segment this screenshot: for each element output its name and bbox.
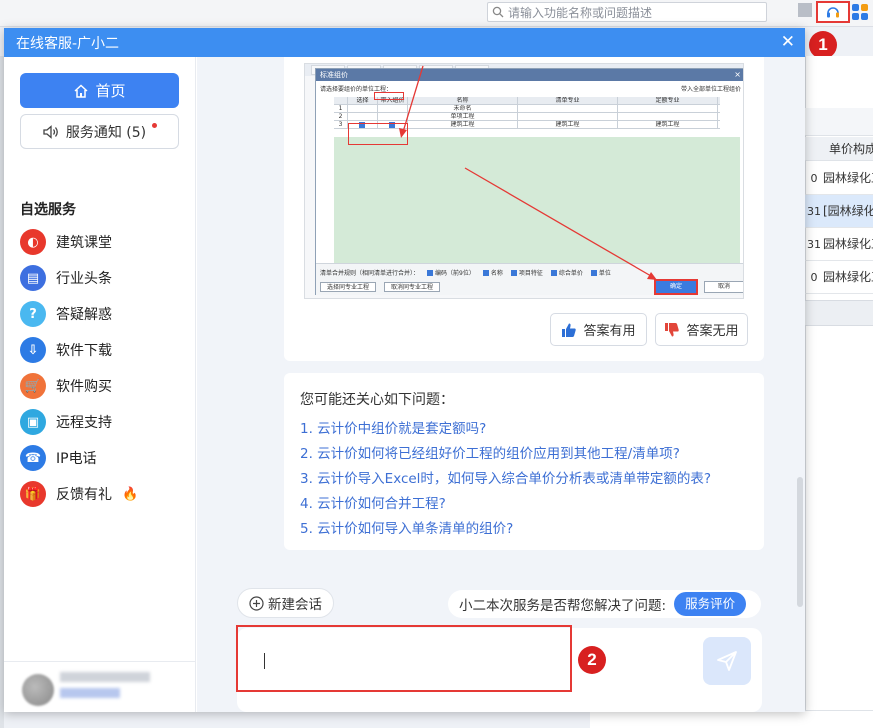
apps-grid-icon[interactable] xyxy=(852,4,868,20)
eval-question: 小二本次服务是否帮您解决了问题: xyxy=(459,598,667,614)
service-notice-button[interactable]: 服务通知 (5) xyxy=(20,114,179,149)
sidebar-item-cart[interactable]: 🛒 软件购买 xyxy=(20,368,138,404)
related-question-link[interactable]: 4. 云计价如何合并工程? xyxy=(300,492,748,517)
sidebar-item-label: 软件购买 xyxy=(56,379,112,395)
home-button[interactable]: 首页 xyxy=(20,73,179,108)
row-text: [园林绿化 xyxy=(823,204,873,218)
row-text: 园林绿化工 xyxy=(823,270,873,284)
online-service-dialog: 在线客服-广小二 ✕ 首页 服务通知 (5) 自选服务 ◐ 建筑课堂 ▤ 行业头条? 答… xyxy=(4,28,805,712)
sidebar-item-label: 答疑解惑 xyxy=(56,307,112,323)
row-number: 31 xyxy=(807,238,821,251)
search-icon xyxy=(492,6,504,18)
fire-icon: 🔥 xyxy=(122,486,139,502)
send-button[interactable] xyxy=(703,637,751,685)
thumbs-up-icon xyxy=(562,323,577,337)
plus-circle-icon xyxy=(249,595,264,611)
academy-icon: ◐ xyxy=(20,229,46,255)
table-row[interactable]: 31园林绿化工 xyxy=(805,228,873,261)
table-row[interactable]: 0 园林绿化工 xyxy=(805,162,873,195)
dialog-title: 在线客服-广小二 xyxy=(16,35,120,52)
download-icon: ⇩ xyxy=(20,337,46,363)
gift-icon: 🎁 xyxy=(20,481,46,507)
row-number: 0 xyxy=(810,172,818,185)
related-questions-card: 您可能还关心如下问题： 1. 云计价中组价就是套定额吗? 2. 云计价如何将已经组… xyxy=(284,373,764,550)
service-sidebar: 首页 服务通知 (5) 自选服务 ◐ 建筑课堂 ▤ 行业头条? 答疑解惑 ⇩ 软件下载 🛒 软件… xyxy=(4,57,196,712)
headset-icon xyxy=(827,7,839,18)
function-search-input[interactable]: 请输入功能名称或问题描述 xyxy=(487,2,767,22)
chat-scrollbar[interactable] xyxy=(797,477,803,607)
service-evaluation-bar: 小二本次服务是否帮您解决了问题: 服务评价 xyxy=(448,590,761,618)
answer-useful-button[interactable]: 答案有用 xyxy=(550,313,647,346)
thumbs-down-icon xyxy=(665,322,680,336)
sidebar-item-download[interactable]: ⇩ 软件下载 xyxy=(20,332,138,368)
question-icon: ? xyxy=(20,301,46,327)
text-caret xyxy=(264,653,265,669)
annotation-badge-1: 1 xyxy=(809,31,837,59)
user-info[interactable] xyxy=(4,661,196,712)
cart-icon: 🛒 xyxy=(20,373,46,399)
related-question-link[interactable]: 5. 云计价如何导入单条清单的组价? xyxy=(300,517,748,542)
sidebar-item-question[interactable]: ? 答疑解惑 xyxy=(20,296,138,332)
answer-useless-button[interactable]: 答案无用 xyxy=(655,313,748,346)
app-toolbar: 请输入功能名称或问题描述 xyxy=(0,0,873,27)
user-id-blurred xyxy=(60,688,120,698)
annotation-badge-2: 2 xyxy=(578,646,606,674)
phone-icon: ☎ xyxy=(20,445,46,471)
home-icon xyxy=(74,83,88,98)
new-chat-button[interactable]: 新建会话 xyxy=(237,588,334,618)
related-heading: 您可能还关心如下问题： xyxy=(300,392,454,408)
table-row[interactable]: 0 园林绿化工 xyxy=(805,261,873,294)
send-icon xyxy=(717,651,737,671)
user-name-blurred xyxy=(60,672,150,682)
related-question-link[interactable]: 1. 云计价中组价就是套定额吗? xyxy=(300,417,748,442)
sidebar-item-label: 反馈有礼 xyxy=(56,487,112,503)
avatar xyxy=(22,674,54,706)
service-menu: ◐ 建筑课堂 ▤ 行业头条? 答疑解惑 ⇩ 软件下载 🛒 软件购买 ▣ 远程支持 ☎ IP电话 🎁 反馈有礼… xyxy=(20,224,138,512)
remote-icon: ▣ xyxy=(20,409,46,435)
dialog-titlebar: 在线客服-广小二 ✕ xyxy=(4,28,805,57)
row-number: 0 xyxy=(810,271,818,284)
sidebar-item-label: 建筑课堂 xyxy=(56,235,112,251)
home-label: 首页 xyxy=(95,82,126,100)
sidebar-item-label: 行业头条 xyxy=(56,271,112,287)
app-status-area xyxy=(590,710,873,728)
sidebar-item-phone[interactable]: ☎ IP电话 xyxy=(20,440,138,476)
search-placeholder: 请输入功能名称或问题描述 xyxy=(508,5,653,20)
table-header-price: 单价构成 xyxy=(805,137,873,161)
answer-screenshot: 标准组价 × 请选择要组价的单位工程： 带入全部单位工程组价 选择 带入组价 名称清… xyxy=(304,63,744,299)
sidebar-item-gift[interactable]: 🎁 反馈有礼 🔥 xyxy=(20,476,138,512)
app-panel-divider xyxy=(805,300,873,326)
sidebar-item-news[interactable]: ▤ 行业头条 xyxy=(20,260,138,296)
row-text: 园林绿化工 xyxy=(823,237,873,251)
sidebar-item-label: IP电话 xyxy=(56,451,97,467)
news-icon: ▤ xyxy=(20,265,46,291)
sidebar-item-academy[interactable]: ◐ 建筑课堂 xyxy=(20,224,138,260)
row-number: 31 xyxy=(807,205,821,218)
speaker-icon xyxy=(43,124,58,139)
toolbar-icon[interactable] xyxy=(798,3,812,17)
row-text: 园林绿化工 xyxy=(823,171,873,185)
service-evaluation-button[interactable]: 服务评价 xyxy=(674,592,747,616)
app-sub-toolbar xyxy=(805,108,873,136)
close-icon[interactable]: ✕ xyxy=(781,32,795,52)
section-title: 自选服务 xyxy=(20,202,76,218)
sidebar-item-label: 软件下载 xyxy=(56,343,112,359)
notice-label: 服务通知 (5) xyxy=(65,124,147,141)
related-question-link[interactable]: 2. 云计价如何将已经组好价工程的组价应用到其他工程/清单项? xyxy=(300,442,748,467)
online-service-button[interactable] xyxy=(816,1,850,23)
table-row[interactable]: 31 [园林绿化 xyxy=(805,195,873,228)
answer-card: 标准组价 × 请选择要组价的单位工程： 带入全部单位工程组价 选择 带入组价 名称清… xyxy=(284,57,764,361)
sidebar-item-remote[interactable]: ▣ 远程支持 xyxy=(20,404,138,440)
sidebar-item-label: 远程支持 xyxy=(56,415,112,431)
input-highlight-box xyxy=(236,625,572,692)
unread-dot xyxy=(152,123,158,128)
related-question-link[interactable]: 3. 云计价导入Excel时，如何导入综合单价分析表或清单带定额的表? xyxy=(300,467,748,492)
arrow-annotations xyxy=(399,65,657,280)
chat-area: 标准组价 × 请选择要组价的单位工程： 带入全部单位工程组价 选择 带入组价 名称清… xyxy=(197,57,805,712)
